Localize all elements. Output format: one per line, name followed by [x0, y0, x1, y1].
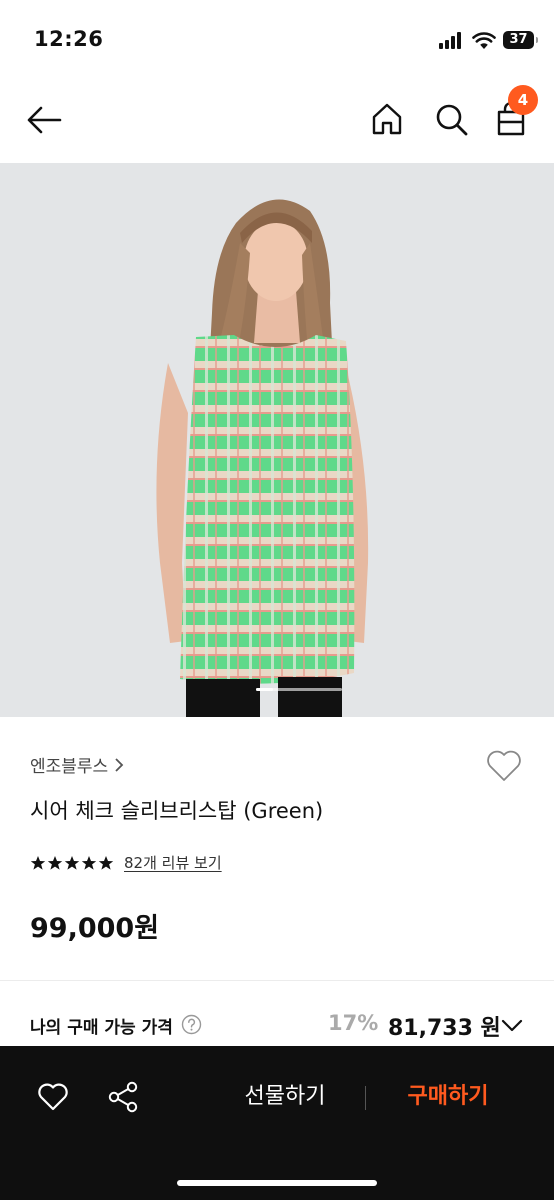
my-price-row[interactable]: 나의 구매 가능 가격 17% 81,733 원 — [0, 1005, 554, 1045]
image-page-indicator — [256, 688, 342, 691]
rating-row: 82개 리뷰 보기 — [30, 852, 222, 873]
signal-icon — [439, 32, 465, 49]
chevron-down-icon[interactable] — [500, 1015, 524, 1035]
my-price: 81,733 원 — [388, 1016, 501, 1041]
brand-name: 엔조블루스 — [30, 757, 109, 777]
buy-button[interactable]: 구매하기 — [384, 1072, 512, 1122]
star-icon — [98, 855, 114, 870]
discount-rate: 17% — [328, 1011, 379, 1035]
wifi-icon — [472, 32, 496, 49]
product-name: 시어 체크 슬리브리스탑 (Green) — [30, 799, 324, 823]
star-icon — [81, 855, 97, 870]
brand-link[interactable]: 엔조블루스 — [30, 752, 124, 777]
status-time: 12:26 — [34, 27, 104, 51]
product-image[interactable] — [0, 163, 554, 717]
product-photo — [0, 163, 554, 717]
heart-icon[interactable] — [484, 746, 524, 786]
home-icon[interactable] — [368, 100, 406, 138]
star-icon — [47, 855, 63, 870]
star-icon — [64, 855, 80, 870]
my-price-label: 나의 구매 가능 가격 — [30, 1018, 173, 1038]
top-nav-bar: 4 — [0, 82, 554, 162]
button-separator — [365, 1086, 366, 1110]
chevron-right-icon — [115, 757, 124, 772]
share-icon[interactable] — [106, 1080, 140, 1114]
image-page-indicator-fill — [256, 688, 274, 691]
home-indicator — [177, 1180, 377, 1186]
question-icon[interactable] — [181, 1014, 202, 1035]
heart-icon[interactable] — [36, 1080, 70, 1114]
product-price: 99,000원 — [30, 913, 160, 944]
search-icon[interactable] — [432, 100, 470, 138]
battery-icon: 37 — [503, 31, 538, 49]
gift-button[interactable]: 선물하기 — [222, 1072, 348, 1122]
cart-count-badge: 4 — [508, 85, 538, 115]
divider — [0, 980, 554, 981]
rating-stars — [30, 855, 114, 871]
review-link[interactable]: 82개 리뷰 보기 — [124, 852, 222, 873]
status-bar: 12:26 37 — [0, 0, 554, 82]
back-arrow-icon[interactable] — [24, 100, 64, 140]
bottom-action-bar: 선물하기 구매하기 — [0, 1046, 554, 1200]
star-icon — [30, 855, 46, 870]
